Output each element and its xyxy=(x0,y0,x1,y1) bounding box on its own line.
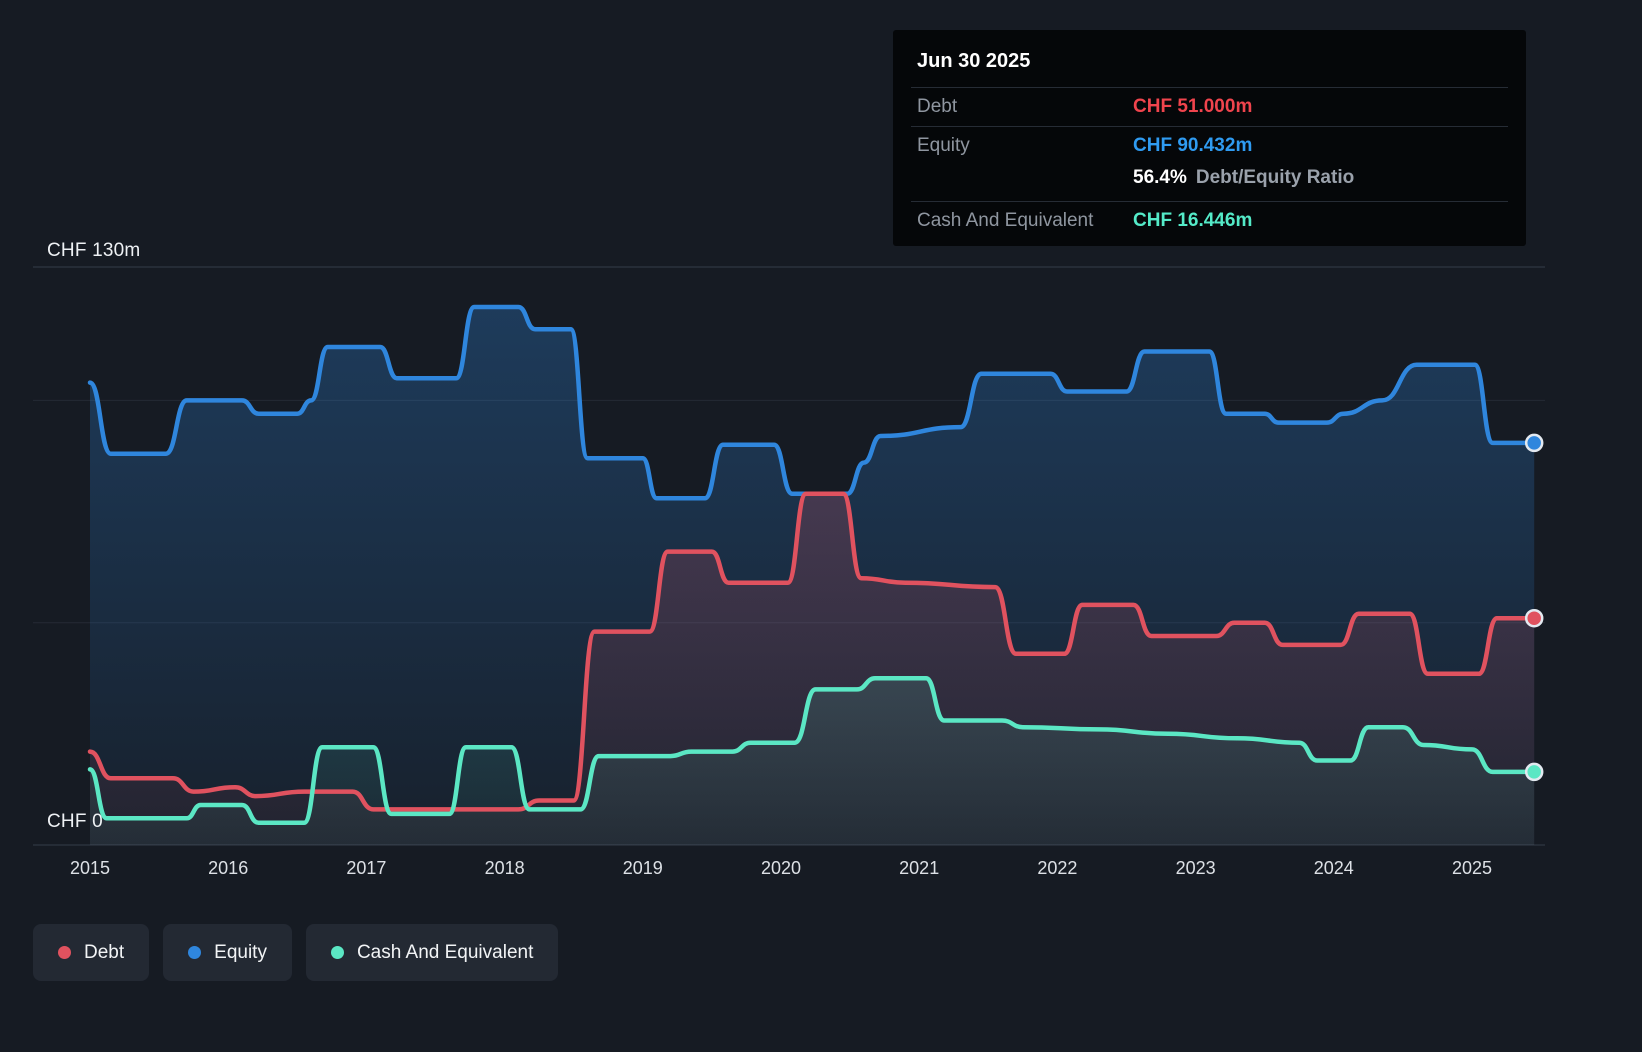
legend-cash-label: Cash And Equivalent xyxy=(356,941,534,963)
end-marker-equity xyxy=(1524,433,1544,453)
tooltip-equity-value: CHF 90.432m xyxy=(1133,135,1253,156)
tooltip-debt-label: Debt xyxy=(917,96,958,117)
tooltip-cash-row: Cash And Equivalent CHF 16.446m xyxy=(911,201,1508,240)
debt-equity-history-chart: CHF 130m CHF 0 2015 2016 2017 2018 2019 2020 2… xyxy=(0,0,1642,1052)
tooltip-equity-label: Equity xyxy=(917,135,970,156)
cash-dot-icon xyxy=(330,946,344,959)
legend-debt-label: Debt xyxy=(84,941,125,963)
tooltip-debt-value: CHF 51.000m xyxy=(1133,96,1253,117)
tooltip-date: Jun 30 2025 xyxy=(917,50,1031,72)
end-marker-cash-and-equivalent xyxy=(1524,762,1544,782)
debt-dot-icon xyxy=(58,946,71,959)
end-marker-debt xyxy=(1524,608,1544,628)
tooltip-cash-label: Cash And Equivalent xyxy=(917,210,1094,231)
y-axis-min-label: CHF 0 xyxy=(47,811,103,832)
equity-dot-icon xyxy=(188,946,202,959)
tooltip-cash-value: CHF 16.446m xyxy=(1133,210,1253,231)
legend-item-cash[interactable]: Cash And Equivalent xyxy=(305,924,559,981)
tooltip-ratio-label: Debt/Equity Ratio xyxy=(1195,167,1355,188)
chart-tooltip: Jun 30 2025 Debt CHF 51.000m Equity CHF … xyxy=(893,30,1526,246)
tooltip-ratio-row: 56.4% Debt/Equity Ratio xyxy=(911,165,1508,201)
y-axis-max-label: CHF 130m xyxy=(47,240,141,261)
legend-item-equity[interactable]: Equity xyxy=(163,924,292,981)
tooltip-equity-row: Equity CHF 90.432m xyxy=(911,126,1508,165)
tooltip-debt-row: Debt CHF 51.000m xyxy=(911,87,1508,126)
tooltip-ratio-value: 56.4% xyxy=(1133,167,1187,188)
legend-item-debt[interactable]: Debt xyxy=(33,924,150,981)
chart-legend: Debt Equity Cash And Equivalent xyxy=(33,924,559,981)
legend-equity-label: Equity xyxy=(214,941,267,963)
